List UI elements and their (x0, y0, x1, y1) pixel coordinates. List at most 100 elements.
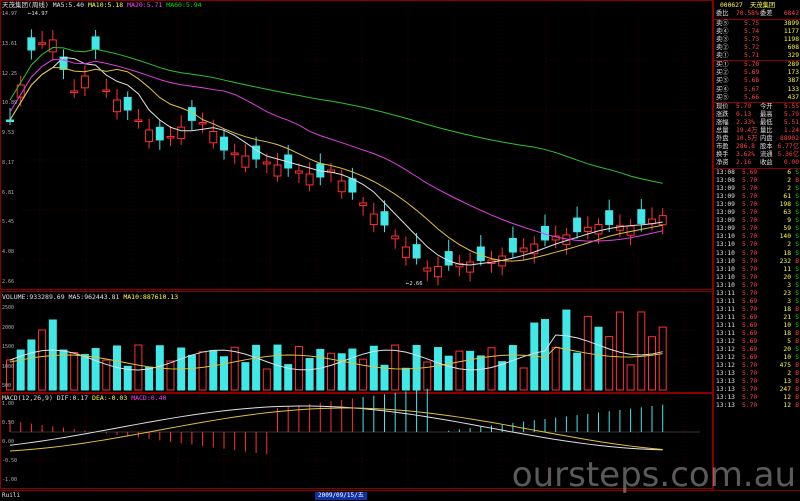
sell-label: 卖① (716, 51, 729, 59)
price-axis-label: 5.45 (2, 219, 15, 226)
tick-time: 13:09 (716, 201, 735, 209)
stat-value: 2.16 (736, 159, 752, 167)
tick-time: 13:09 (716, 185, 735, 193)
tick-volume: 2 (787, 370, 791, 378)
candle-body (27, 37, 36, 51)
stat-row: 净资 2.16 收益 0.00 (714, 159, 800, 167)
tick-direction: S (795, 249, 799, 257)
stat-label: 最高 (760, 111, 773, 119)
candle-body (348, 178, 357, 193)
macd-dif-line (9, 405, 663, 451)
candle-body (166, 136, 175, 139)
macd-axis-label: -1.00 (2, 477, 18, 483)
volume-bar (252, 344, 261, 391)
sell-volume: 608 (787, 43, 799, 51)
candle-body (134, 119, 143, 122)
tick-direction: S (795, 297, 799, 305)
tick-time: 13:12 (716, 354, 735, 362)
volume-bar (359, 358, 368, 391)
volume-bar (305, 358, 314, 391)
tick-volume: 198 (779, 201, 791, 209)
stock-code: 000627 (720, 2, 743, 9)
main-chart-header: 天茂集团(周线) MA5:5.40 MA10:5.18 MA20:5.71 MA… (2, 1, 202, 9)
candle-body (294, 170, 303, 174)
stat-value: 0.13 (736, 111, 752, 119)
quote-ratio-line: 委比 70.58% 委差 6842 (714, 10, 800, 18)
tick-volume: 20 (783, 273, 791, 281)
volume-bar (273, 344, 282, 391)
volume-axis-label: 1000 (2, 363, 15, 370)
price-axis-label: 9.53 (2, 130, 15, 137)
tick-volume: 18 (783, 249, 791, 257)
volume-bar (166, 360, 175, 391)
volume-bar (220, 356, 228, 391)
tick-row: 13:11 5.70 18 B (714, 306, 800, 314)
candle-body (230, 152, 239, 156)
stat-value: 286.8 (736, 143, 755, 151)
stat-value: 3.62% (736, 151, 755, 159)
tick-volume: 2 (787, 241, 791, 249)
sell-price: 5.73 (744, 35, 760, 43)
candle-body (198, 121, 207, 125)
tick-time: 13:10 (716, 265, 735, 273)
tick-row: 13:10 5.70 232 B (714, 258, 800, 266)
candle-body (177, 126, 186, 140)
tick-time: 13:11 (716, 289, 735, 297)
sell-label: 卖④ (716, 27, 729, 35)
ratio-label: 委比 (716, 10, 729, 18)
tick-time: 13:11 (716, 313, 735, 321)
candle-body (391, 235, 400, 240)
tick-row: 13:10 5.70 11 S (714, 266, 800, 274)
volume-bar (209, 350, 218, 391)
price-axis-label: 8.17 (2, 159, 15, 166)
stat-value: 0.00 (783, 159, 799, 167)
volume-bar (658, 326, 667, 391)
tick-volume: 232 (779, 257, 791, 265)
candle-body (412, 244, 421, 259)
tick-price: 5.70 (742, 185, 758, 193)
tick-direction: B (795, 330, 799, 337)
quote-code-line: 000627 天茂集团 (714, 2, 800, 10)
candle-body (80, 75, 89, 89)
macd-axis-label: -0.50 (2, 458, 18, 464)
tick-direction: S (795, 313, 799, 321)
tick-direction: B (795, 370, 799, 378)
sell-row: 卖① 5.71 329 (714, 52, 800, 60)
stat-value: 5.70 (736, 103, 752, 111)
chart-area[interactable]: 天茂集团(周线) MA5:5.40 MA10:5.18 MA20:5.71 MA… (0, 0, 713, 490)
stat-label: 涨幅 (716, 119, 729, 127)
tick-direction: B (795, 394, 799, 402)
ma5-line (9, 56, 663, 266)
tick-volume: 6 (787, 169, 791, 176)
quote-panel[interactable]: 000627 天茂集团 委比 70.58% 委差 6842 卖⑤ 5.75 3899 卖④ 5.74… (713, 0, 800, 490)
volume-bar (198, 351, 207, 391)
volume-bar (573, 352, 582, 391)
volume-bar (294, 345, 303, 391)
volume-bar (455, 350, 464, 391)
tick-price: 5.70 (742, 370, 758, 378)
tick-direction: S (795, 241, 799, 249)
tick-row: 13:12 5.69 5 B (714, 338, 800, 346)
tick-price: 5.69 (742, 321, 758, 329)
kline-chart[interactable] (0, 0, 713, 490)
macd-axis-label: 1.00 (2, 401, 15, 407)
sell-price: 5.74 (744, 27, 760, 35)
buy-volume: 173 (787, 69, 799, 77)
ma10-line (9, 67, 663, 262)
tick-price: 5.69 (742, 297, 758, 305)
diff-value: 6842 (783, 10, 799, 18)
tick-price: 5.69 (742, 313, 758, 321)
sell-row: 卖④ 5.74 1177 (714, 28, 800, 36)
ma5-label: MA5:5.40 (52, 1, 85, 9)
sell-row: 卖③ 5.73 1198 (714, 36, 800, 44)
tick-direction: B (795, 378, 799, 386)
low-annotation: ←2.66 (406, 281, 423, 287)
sell-label: 卖⑤ (716, 19, 729, 27)
bottom-left-label: Ruili (2, 492, 21, 499)
tick-time: 13:12 (716, 362, 735, 370)
stat-label: 收益 (760, 159, 773, 167)
tick-row: 13:10 5.70 20 S (714, 274, 800, 282)
candle-body (91, 36, 100, 50)
buy-label: 买③ (716, 77, 729, 85)
stat-label: 最低 (760, 119, 773, 127)
